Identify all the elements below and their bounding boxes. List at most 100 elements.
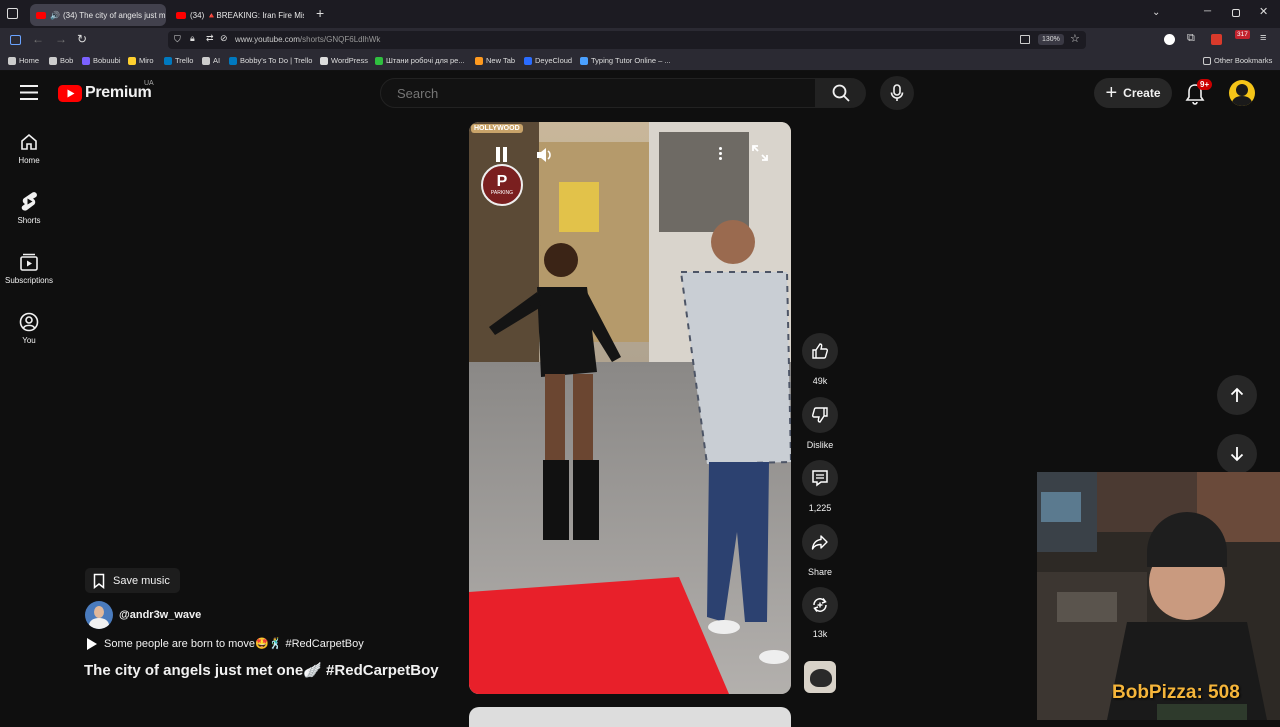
sidebar-item-you[interactable]: You	[0, 302, 58, 354]
bookmark-favicon-icon	[229, 57, 237, 65]
channel-row: @andr3w_wave	[85, 601, 201, 629]
url-text: www.youtube.com/shorts/GNQF6LdlhWk	[235, 35, 380, 44]
reader-view-icon[interactable]	[1020, 35, 1030, 44]
search-bar	[380, 78, 866, 108]
back-button[interactable]: ←	[32, 32, 44, 46]
sidebar-item-shorts[interactable]: Shorts	[0, 182, 58, 234]
dislike-button[interactable]	[802, 397, 838, 433]
bookmark-label: Штани робочі для ре...	[386, 56, 465, 65]
browser-tab-active[interactable]: 🔊 (34) The city of angels just m ✕	[30, 4, 166, 26]
video-title[interactable]: The city of angels just met one🪽 #RedCar…	[84, 661, 439, 679]
extension-badge[interactable]: 317	[1235, 30, 1250, 39]
remix-icon	[811, 596, 829, 614]
hamburger-menu-icon[interactable]	[20, 85, 38, 100]
avatar[interactable]	[1229, 80, 1255, 106]
volume-icon[interactable]	[535, 146, 553, 164]
more-options-button[interactable]	[705, 138, 735, 168]
bookmark-item[interactable]: Trello	[164, 56, 193, 65]
bookmark-item[interactable]: DeyeCloud	[524, 56, 572, 65]
comments-button[interactable]	[802, 460, 838, 496]
search-button[interactable]	[816, 78, 866, 108]
extension-icon[interactable]	[1164, 34, 1175, 45]
shield-icon[interactable]: ⛉	[174, 34, 181, 45]
bookmark-favicon-icon	[49, 57, 57, 65]
youtube-favicon-icon	[176, 12, 186, 19]
sound-thumbnail[interactable]	[804, 661, 836, 693]
create-label: Create	[1123, 86, 1160, 100]
pause-button[interactable]	[489, 142, 513, 166]
channel-handle[interactable]: @andr3w_wave	[119, 609, 201, 621]
previous-short-button[interactable]	[1217, 375, 1257, 415]
permissions-icon[interactable]: ⇄	[206, 33, 214, 44]
bookmark-favicon-icon	[82, 57, 90, 65]
menu-icon[interactable]: ≡	[1260, 32, 1266, 44]
sidebar-item-subscriptions[interactable]: Subscriptions	[0, 242, 58, 294]
parking-letter: P	[497, 174, 508, 190]
bookmark-item[interactable]: AI	[202, 56, 220, 65]
share-button[interactable]	[802, 524, 838, 560]
sidebar-toggle-icon[interactable]	[10, 35, 21, 45]
youtube-logo[interactable]: Premium	[58, 84, 151, 102]
bookmark-item[interactable]: Typing Tutor Online – ...	[580, 56, 671, 65]
browser-tab[interactable]: (34) 🔺BREAKING: Iran Fire Mis ✕	[170, 4, 304, 26]
extension-icon[interactable]	[1211, 34, 1222, 45]
shorts-video-player[interactable]: HOLLYWOOD P PARKING	[469, 122, 791, 694]
bookmark-item[interactable]: Bobby's To Do | Trello	[229, 56, 312, 65]
bookmark-item[interactable]: Miro	[128, 56, 154, 65]
comment-count: 1,225	[790, 503, 850, 513]
zoom-badge[interactable]: 130%	[1038, 34, 1064, 45]
home-icon	[19, 132, 39, 152]
bookmark-label: New Tab	[486, 56, 515, 65]
minimize-button[interactable]: ─	[1204, 6, 1211, 17]
bookmark-star-icon[interactable]: ☆	[1070, 32, 1080, 45]
reload-button[interactable]: ↻	[77, 32, 87, 46]
extensions-puzzle-icon[interactable]: ⧉	[1187, 32, 1195, 45]
tab-title: (34) The city of angels just m	[63, 11, 166, 20]
bookmark-item[interactable]: Штани робочі для ре...	[375, 56, 465, 65]
share-icon	[811, 533, 829, 551]
next-short-preview[interactable]	[469, 707, 791, 727]
lock-icon[interactable]: 🔒︎	[190, 33, 195, 44]
music-row[interactable]: Some people are born to move🤩🕺 #RedCarpe…	[85, 637, 364, 650]
other-bookmarks-folder[interactable]: Other Bookmarks	[1203, 56, 1272, 65]
bookmark-item[interactable]: New Tab	[475, 56, 515, 65]
like-button[interactable]	[802, 333, 838, 369]
avatar-face-icon	[1236, 84, 1248, 96]
tab-list-chevron-icon[interactable]: ⌄	[1152, 7, 1160, 18]
tab-overview-icon[interactable]	[7, 8, 18, 19]
bookmark-label: Home	[19, 56, 39, 65]
channel-avatar[interactable]	[85, 601, 113, 629]
close-window-button[interactable]: ✕	[1259, 5, 1268, 18]
search-icon	[832, 84, 850, 102]
bookmark-label: WordPress	[331, 56, 368, 65]
voice-search-button[interactable]	[880, 76, 914, 110]
sound-thumbnail-art	[810, 669, 832, 687]
save-music-label: Save music	[113, 575, 170, 587]
bookmark-favicon-icon	[320, 57, 328, 65]
remix-button[interactable]	[802, 587, 838, 623]
more-vert-icon	[719, 152, 722, 155]
sidebar-item-label: Subscriptions	[5, 276, 53, 285]
url-bar[interactable]: ⛉ 🔒︎ ⇄ ⊘ www.youtube.com/shorts/GNQF6Ldl…	[168, 31, 1086, 49]
notification-count-badge: 9+	[1197, 79, 1212, 90]
next-short-button[interactable]	[1217, 434, 1257, 474]
region-code: UA	[144, 80, 154, 87]
bookmark-item[interactable]: WordPress	[320, 56, 368, 65]
maximize-button[interactable]	[1232, 9, 1240, 17]
search-input[interactable]	[380, 78, 816, 108]
sidebar-item-home[interactable]: Home	[0, 122, 58, 174]
notifications-button[interactable]: 9+	[1184, 81, 1208, 105]
bookmark-favicon-icon	[202, 57, 210, 65]
create-button[interactable]: + Create	[1094, 78, 1172, 108]
tracking-icon[interactable]: ⊘	[220, 33, 228, 44]
bookmark-item[interactable]: Bob	[49, 56, 73, 65]
save-music-button[interactable]: Save music	[85, 568, 180, 593]
bookmark-favicon-icon	[524, 57, 532, 65]
bookmark-item[interactable]: Bobuubi	[82, 56, 121, 65]
bookmark-item[interactable]: Home	[8, 56, 39, 65]
new-tab-button[interactable]: +	[316, 5, 324, 21]
bookmark-favicon-icon	[128, 57, 136, 65]
forward-button[interactable]: →	[55, 32, 67, 46]
thumbs-down-icon	[811, 406, 829, 424]
fullscreen-icon[interactable]	[751, 144, 769, 162]
